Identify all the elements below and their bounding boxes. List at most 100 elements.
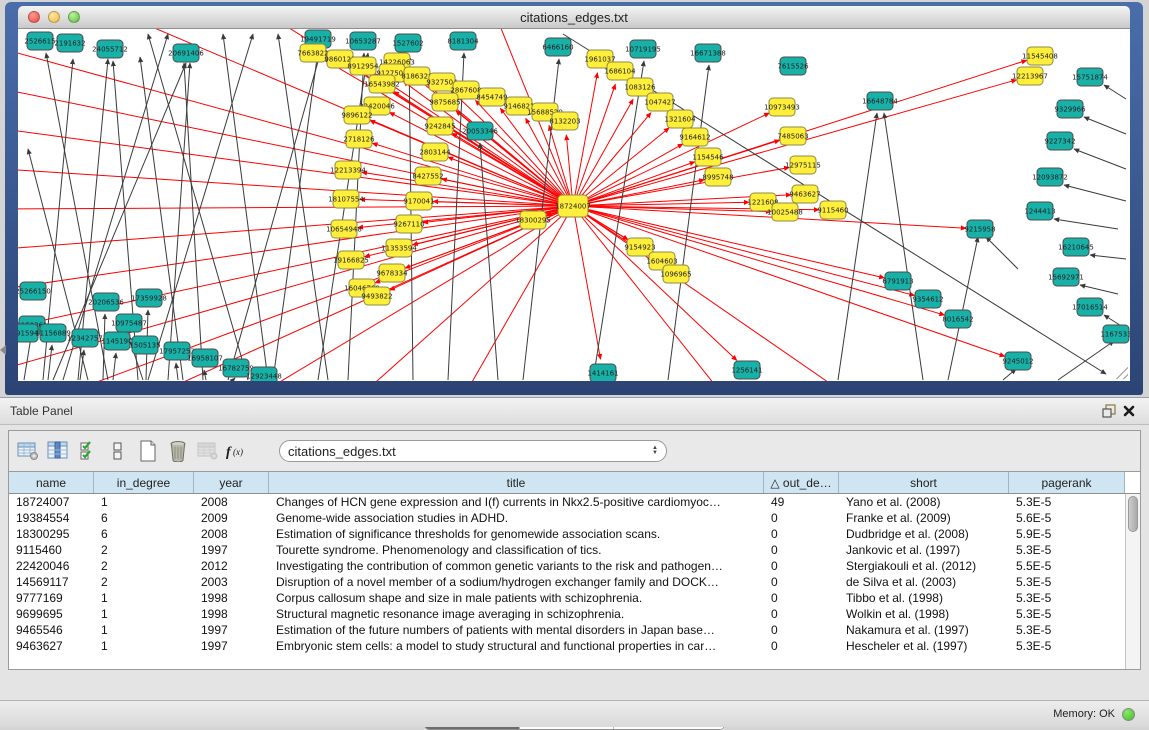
- network-node[interactable]: 10973493: [764, 98, 800, 116]
- function-builder-icon[interactable]: f(x): [223, 437, 253, 465]
- network-node[interactable]: 9115460: [817, 201, 848, 219]
- network-node[interactable]: 7615526: [777, 57, 809, 75]
- network-node[interactable]: 9678334: [376, 264, 408, 282]
- network-node[interactable]: 1256141: [731, 361, 762, 379]
- network-node[interactable]: 1167533: [1100, 325, 1130, 343]
- network-node[interactable]: 18107554: [328, 190, 364, 208]
- column-header-out_de[interactable]: △ out_de…: [764, 472, 839, 493]
- network-node[interactable]: 24055712: [92, 40, 128, 58]
- table-selector-dropdown[interactable]: citations_edges.txt ▲▼: [279, 440, 667, 462]
- network-node[interactable]: 11545408: [1022, 47, 1058, 65]
- network-node[interactable]: 9215958: [964, 220, 995, 238]
- network-node[interactable]: 2191632: [54, 34, 85, 52]
- table-row[interactable]: 977716911998Corpus callosum shape and si…: [9, 590, 1125, 606]
- hidden-panel-arrow-icon[interactable]: [0, 345, 6, 355]
- network-node[interactable]: 8427552: [412, 167, 443, 185]
- network-node[interactable]: 1527602: [392, 34, 423, 52]
- column-header-in_degree[interactable]: in_degree: [94, 472, 194, 493]
- table-row[interactable]: 969969511998Structural magnetic resonanc…: [9, 606, 1125, 622]
- network-node[interactable]: 2803144: [419, 143, 451, 161]
- column-settings-icon[interactable]: [13, 437, 43, 465]
- network-node[interactable]: 2718126: [343, 130, 375, 148]
- delete-column-icon[interactable]: [163, 437, 193, 465]
- network-node[interactable]: 1505135: [129, 336, 160, 354]
- table-row[interactable]: 2242004622012Investigating the contribut…: [9, 558, 1125, 574]
- column-header-name[interactable]: name: [9, 472, 94, 493]
- column-header-year[interactable]: year: [194, 472, 269, 493]
- table-vertical-scrollbar[interactable]: [1125, 494, 1140, 669]
- network-node[interactable]: 16648784: [862, 92, 898, 110]
- network-node[interactable]: 1244413: [1024, 202, 1055, 220]
- scrollbar-thumb[interactable]: [1128, 496, 1138, 532]
- network-node[interactable]: 25266150: [18, 282, 51, 300]
- network-node[interactable]: 9896122: [341, 106, 372, 124]
- network-node[interactable]: 10025488: [767, 203, 803, 221]
- network-node[interactable]: 12213394: [330, 161, 366, 179]
- new-column-icon[interactable]: [133, 437, 163, 465]
- network-node[interactable]: 6791913: [882, 272, 913, 290]
- network-node[interactable]: 8132203: [549, 112, 580, 130]
- network-node[interactable]: 1145190: [101, 332, 132, 350]
- network-node[interactable]: 12213967: [1012, 67, 1048, 85]
- minimize-window-icon[interactable]: [48, 11, 60, 23]
- network-node[interactable]: 1047427: [644, 93, 675, 111]
- float-panel-icon[interactable]: [1099, 402, 1119, 420]
- network-node[interactable]: 12975115: [785, 156, 821, 174]
- network-node[interactable]: 11353594: [381, 239, 417, 257]
- network-node[interactable]: 16210645: [1058, 238, 1094, 256]
- network-node[interactable]: 18724007: [555, 195, 591, 217]
- network-graph[interactable]: 18724007 25266152191632 24055712 20691406 19…: [18, 29, 1130, 381]
- table-row[interactable]: 946554611997Estimation of the future num…: [9, 622, 1125, 638]
- network-node[interactable]: 10654948: [326, 220, 362, 238]
- network-node[interactable]: 8995748: [702, 168, 733, 186]
- network-node[interactable]: 8912954: [347, 57, 379, 75]
- network-node[interactable]: 10719195: [625, 40, 661, 58]
- network-node[interactable]: 10653287: [345, 32, 381, 50]
- network-node[interactable]: 9227342: [1044, 132, 1075, 150]
- network-node[interactable]: 9267110: [393, 215, 424, 233]
- table-row[interactable]: 1938455462009Genome-wide association stu…: [9, 510, 1125, 526]
- column-header-short[interactable]: short: [839, 472, 1009, 493]
- network-node[interactable]: 9463627: [789, 185, 820, 203]
- network-node[interactable]: 8016542: [942, 310, 973, 328]
- memory-status-icon[interactable]: [1122, 708, 1135, 721]
- table-row[interactable]: 1456911722003Disruption of a novel membe…: [9, 574, 1125, 590]
- network-node[interactable]: 9875685: [429, 93, 460, 111]
- table-row[interactable]: 1830029562008Estimation of significance …: [9, 526, 1125, 542]
- table-row[interactable]: 911546021997Tourette syndrome. Phenomeno…: [9, 542, 1125, 558]
- clear-selection-icon[interactable]: [103, 437, 133, 465]
- network-node[interactable]: 12093872: [1032, 168, 1068, 186]
- network-node[interactable]: 9354612: [912, 290, 943, 308]
- network-node[interactable]: 11156889: [35, 324, 71, 342]
- network-node[interactable]: 15692971: [1048, 268, 1084, 286]
- network-node[interactable]: 12923448: [246, 367, 282, 381]
- network-node[interactable]: 20206536: [88, 293, 124, 311]
- table-row[interactable]: 946362711997Embryonic stem cells: a mode…: [9, 638, 1125, 654]
- network-node[interactable]: 1414161: [587, 364, 618, 381]
- network-node[interactable]: 2526615: [24, 32, 55, 50]
- network-node[interactable]: 17016514: [1072, 298, 1108, 316]
- network-node[interactable]: 1686104: [604, 62, 636, 80]
- network-canvas[interactable]: 18724007 25266152191632 24055712 20691406 19…: [18, 29, 1130, 381]
- network-node[interactable]: 16671388: [690, 44, 726, 62]
- select-all-icon[interactable]: [73, 437, 103, 465]
- network-node[interactable]: 15751874: [1072, 68, 1108, 86]
- network-node[interactable]: 1321604: [664, 110, 696, 128]
- network-node[interactable]: 10975487: [111, 314, 147, 332]
- network-node[interactable]: 6466160: [542, 38, 573, 56]
- network-node[interactable]: 20053346: [462, 122, 498, 140]
- network-node[interactable]: 19166825: [333, 251, 369, 269]
- close-panel-icon[interactable]: [1119, 402, 1139, 420]
- network-node[interactable]: 20691406: [168, 44, 204, 62]
- delete-table-icon[interactable]: [193, 437, 223, 465]
- close-window-icon[interactable]: [28, 11, 40, 23]
- network-node[interactable]: 9164612: [679, 128, 710, 146]
- network-node[interactable]: 17359928: [131, 289, 167, 307]
- network-node[interactable]: 12342757: [67, 329, 103, 347]
- column-header-title[interactable]: title: [269, 472, 764, 493]
- table-row[interactable]: 1872400712008Changes of HCN gene express…: [9, 494, 1125, 510]
- zoom-window-icon[interactable]: [68, 11, 80, 23]
- network-node[interactable]: 1154546: [692, 148, 724, 166]
- network-node[interactable]: 9329966: [1054, 100, 1086, 118]
- network-node[interactable]: 1096965: [660, 265, 691, 283]
